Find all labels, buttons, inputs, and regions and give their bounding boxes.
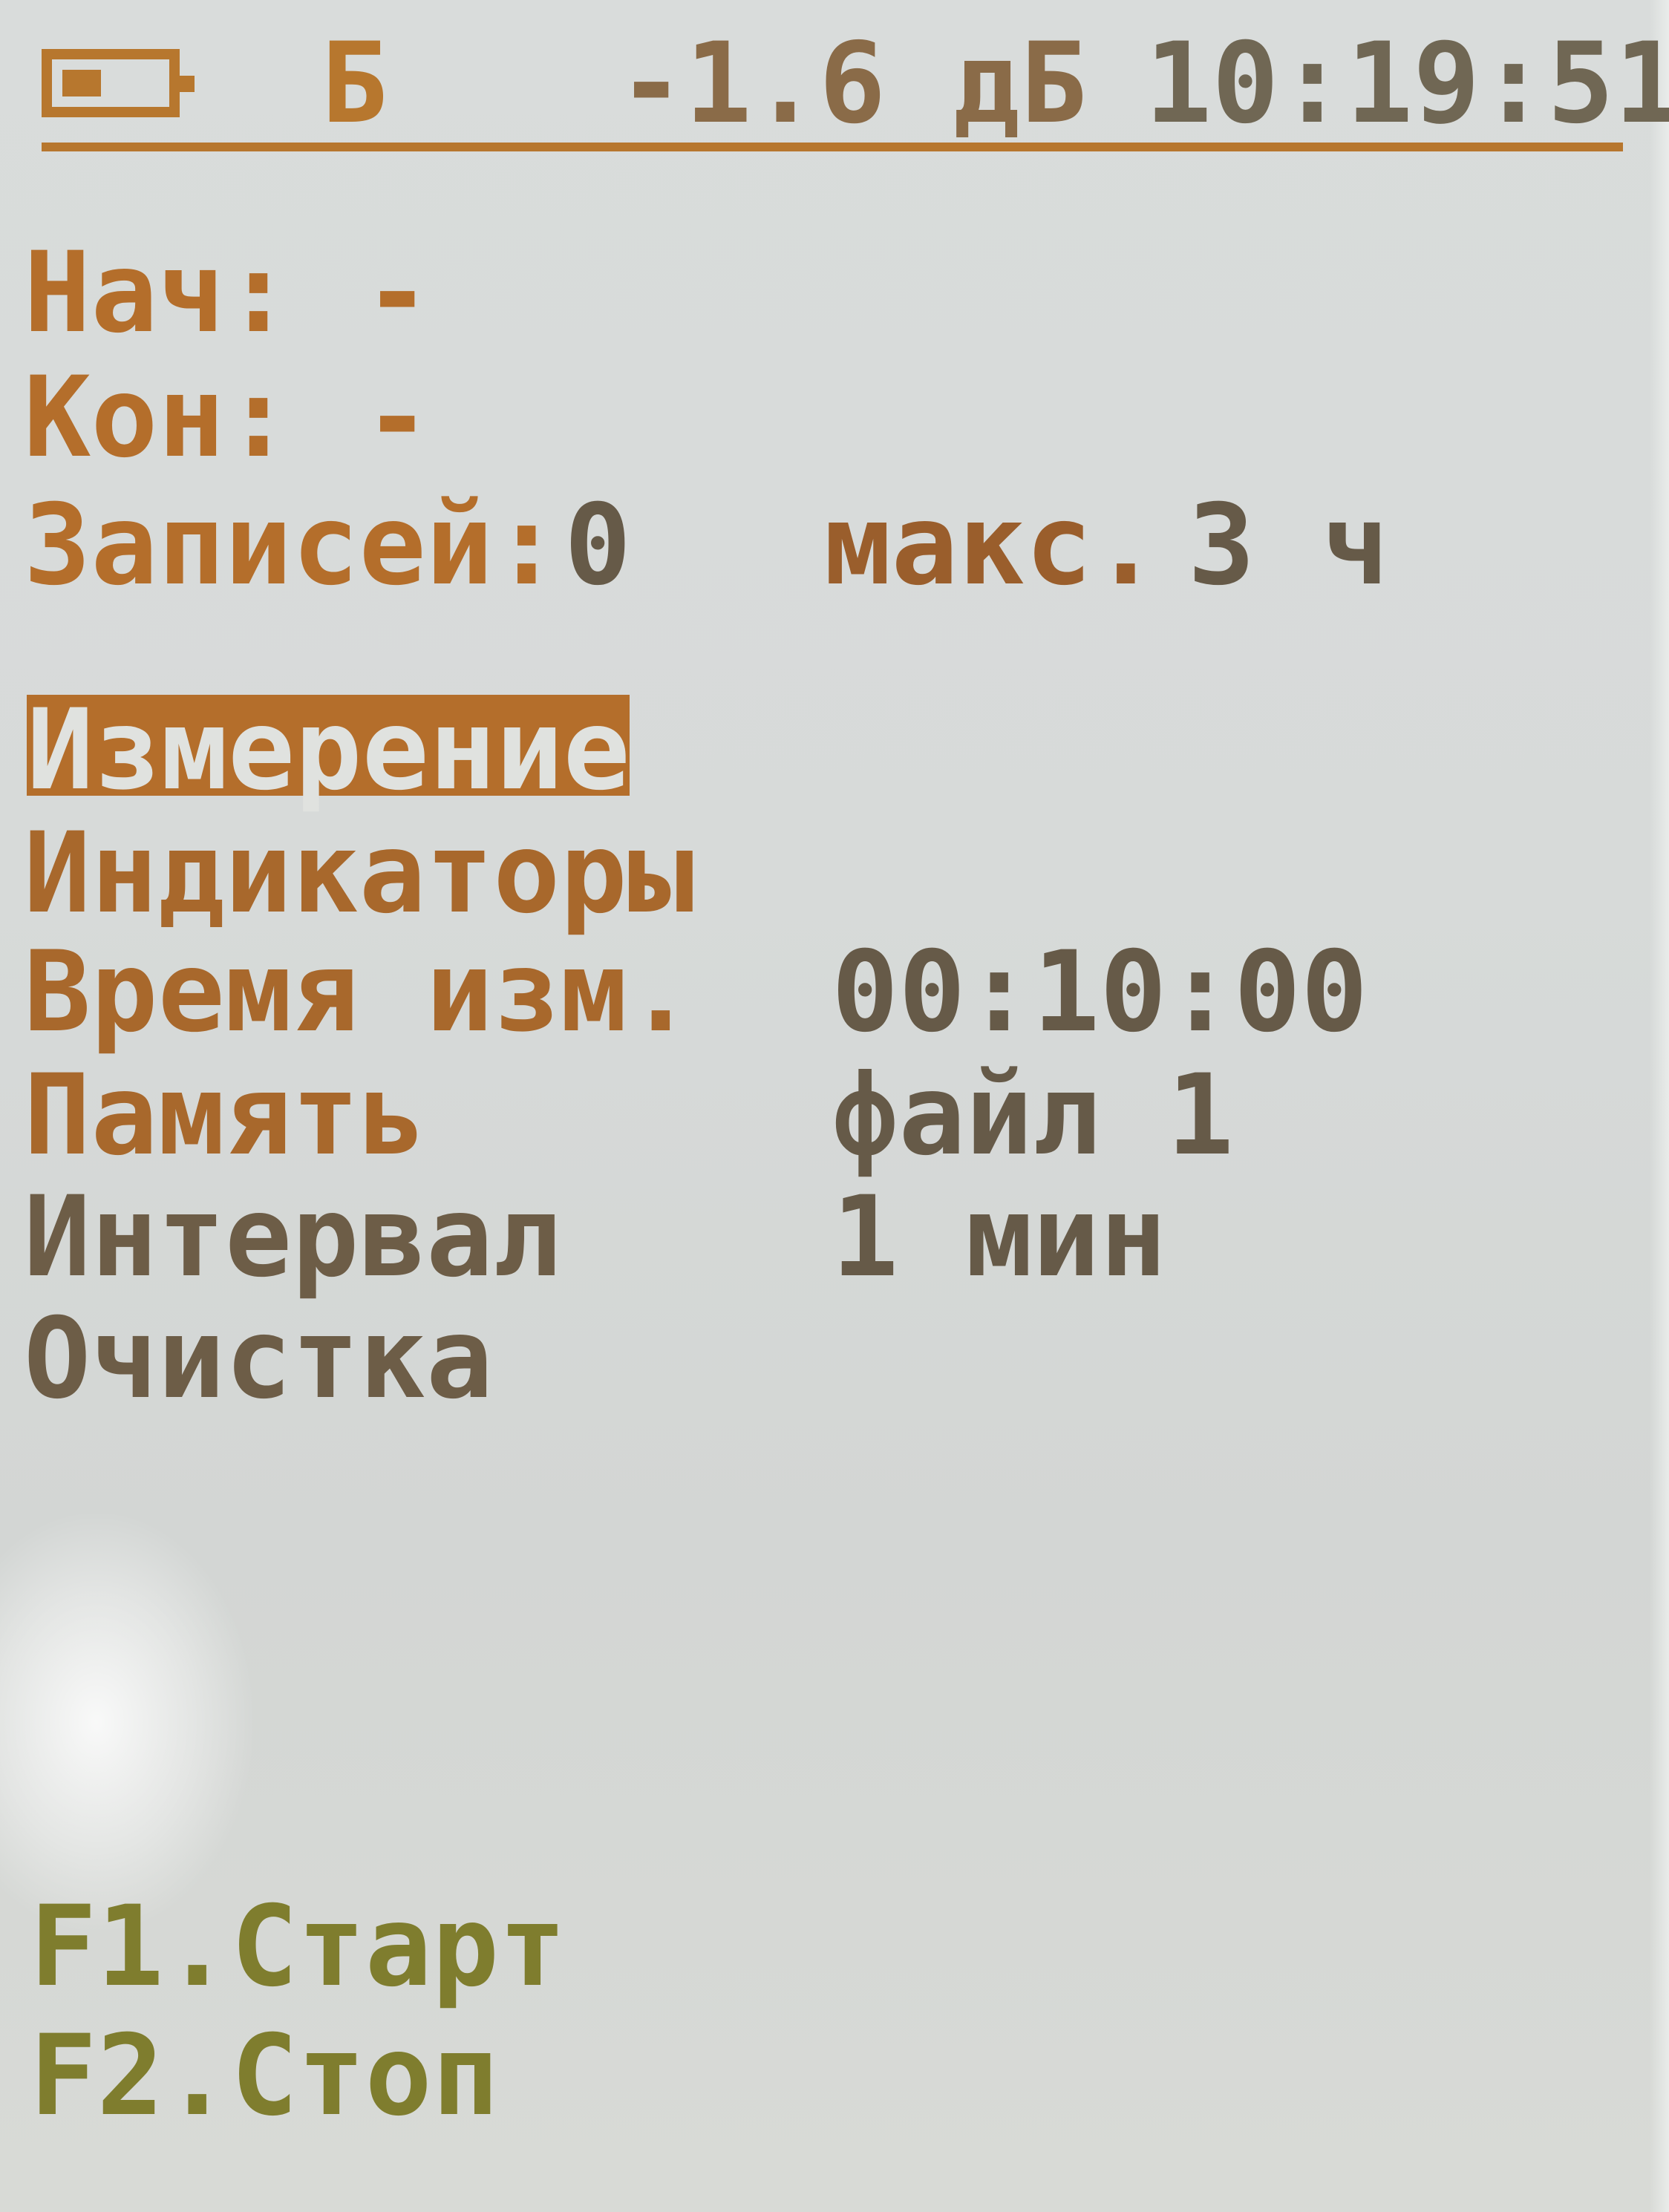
menu-item-measurement[interactable]: Измерение: [27, 695, 630, 806]
battery-level-fill: [62, 70, 101, 96]
menu-item-measure-time[interactable]: Время изм.: [24, 937, 694, 1048]
start-value: -: [364, 229, 431, 358]
end-value: -: [364, 353, 431, 482]
records-value: 0: [564, 481, 632, 610]
clock: 10:19:51: [1145, 19, 1669, 148]
status-divider: [42, 143, 1623, 151]
max-value: 3 ч: [1188, 481, 1389, 610]
max-label: макс.: [824, 481, 1160, 610]
measure-time-value: 00:10:00: [832, 928, 1368, 1057]
records-label: Записей:: [24, 481, 561, 610]
weighting-mode: Б: [321, 19, 388, 148]
start-label: Нач:: [24, 229, 293, 358]
interval-value: 1 мин: [832, 1173, 1167, 1302]
f1-start-softkey[interactable]: F1.Старт: [30, 1891, 566, 2003]
menu-item-indicators[interactable]: Индикаторы: [24, 818, 694, 929]
glare-reflection: [0, 1514, 252, 1930]
battery-icon: [42, 49, 195, 117]
end-label: Кон:: [24, 353, 293, 482]
screen-edge: [1650, 0, 1669, 2212]
f2-stop-softkey[interactable]: F2.Стоп: [30, 2020, 499, 2132]
status-bar: Б -1.6 дБ 10:19:51: [39, 28, 1669, 140]
battery-tip: [180, 76, 195, 92]
menu-item-interval[interactable]: Интервал: [24, 1182, 560, 1293]
menu-item-memory[interactable]: Память: [24, 1060, 426, 1171]
level-readout: -1.6 дБ: [618, 19, 1088, 148]
menu-item-clear[interactable]: Очистка: [24, 1303, 493, 1415]
memory-value: файл 1: [832, 1051, 1234, 1180]
device-lcd-screen: Б -1.6 дБ 10:19:51 Нач: - Кон: - Записей…: [0, 0, 1669, 2212]
